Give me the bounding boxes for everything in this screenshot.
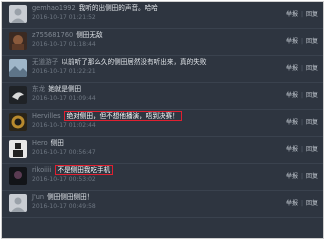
avatar[interactable]	[9, 140, 27, 158]
comment-item: z755681760 侧田无敌 2016-10-17 01:18:44 举报 | 回复	[2, 29, 323, 56]
report-button[interactable]: 举报	[286, 145, 298, 154]
comment-text: 她就是侧田	[48, 85, 82, 93]
comment-line: 无道游子 以前听了那么久的侧田居然没有听出来，真的失败	[32, 58, 263, 67]
comment-item: 无道游子 以前听了那么久的侧田居然没有听出来，真的失败 2016-10-17 01:…	[2, 56, 323, 83]
reply-button[interactable]: 回复	[306, 10, 318, 19]
action-separator: |	[300, 92, 303, 99]
comment-actions: 举报 | 回复	[286, 64, 318, 73]
comments-panel: gemhao1992 我听的出侧田的声音。哈哈 2016-10-17 01:21:5…	[1, 1, 324, 239]
comment-username[interactable]: J'un	[32, 193, 44, 201]
avatar[interactable]	[9, 86, 27, 104]
report-button[interactable]: 举报	[286, 37, 298, 46]
comment-actions: 举报 | 回复	[286, 10, 318, 19]
report-button[interactable]: 举报	[286, 10, 298, 19]
comment-text: 绝对侧田，但不想他播演，唔到决赛！	[63, 111, 182, 121]
comment-username[interactable]: rikoiiii	[32, 166, 52, 174]
comment-timestamp: 2016-10-17 01:18:44	[32, 41, 96, 48]
avatar[interactable]	[9, 113, 27, 131]
comment-line: gemhao1992 我听的出侧田的声音。哈哈	[32, 4, 263, 13]
comment-text: 我听的出侧田的声音。哈哈	[78, 4, 158, 12]
reply-button[interactable]: 回复	[306, 118, 318, 127]
comment-username[interactable]: 无道游子	[32, 58, 58, 66]
reply-button[interactable]: 回复	[306, 145, 318, 154]
reply-button[interactable]: 回复	[306, 199, 318, 208]
action-separator: |	[300, 38, 303, 45]
reply-button[interactable]: 回复	[306, 64, 318, 73]
comment-username[interactable]: 东龙	[32, 85, 45, 93]
comment-actions: 举报 | 回复	[286, 91, 318, 100]
comment-text: 不是侧田我吃手机	[54, 165, 114, 175]
comment-username[interactable]: Hero	[32, 139, 48, 147]
reply-button[interactable]: 回复	[306, 91, 318, 100]
comment-username[interactable]: gemhao1992	[32, 4, 76, 12]
comment-actions: 举报 | 回复	[286, 199, 318, 208]
comment-text: 侧田侧田侧田！	[47, 193, 94, 201]
action-separator: |	[300, 11, 303, 18]
comment-timestamp: 2016-10-17 00:56:47	[32, 149, 96, 156]
report-button[interactable]: 举报	[286, 172, 298, 181]
report-button[interactable]: 举报	[286, 91, 298, 100]
comment-actions: 举报 | 回复	[286, 118, 318, 127]
comment-timestamp: 2016-10-17 00:49:58	[32, 203, 96, 210]
report-button[interactable]: 举报	[286, 64, 298, 73]
comment-item: gemhao1992 我听的出侧田的声音。哈哈 2016-10-17 01:21:5…	[2, 2, 323, 29]
reply-button[interactable]: 回复	[306, 37, 318, 46]
avatar[interactable]	[9, 59, 27, 77]
comment-timestamp: 2016-10-17 01:02:44	[32, 122, 96, 129]
report-button[interactable]: 举报	[286, 199, 298, 208]
action-separator: |	[300, 173, 303, 180]
comment-list: gemhao1992 我听的出侧田的声音。哈哈 2016-10-17 01:21:5…	[2, 2, 323, 218]
comment-line: J'un 侧田侧田侧田！	[32, 193, 263, 202]
comment-item: Hervilles 绝对侧田，但不想他播演，唔到决赛！ 2016-10-17 01:…	[2, 110, 323, 137]
comment-item: J'un 侧田侧田侧田！ 2016-10-17 00:49:58 举报 | 回复	[2, 191, 323, 218]
comment-line: Hero 侧田	[32, 139, 263, 148]
comment-timestamp: 2016-10-17 01:21:52	[32, 14, 96, 21]
comment-username[interactable]: Hervilles	[32, 112, 61, 120]
comment-username[interactable]: z755681760	[32, 31, 73, 39]
comment-text: 以前听了那么久的侧田居然没有听出来，真的失败	[61, 58, 207, 66]
comment-line: z755681760 侧田无敌	[32, 31, 263, 40]
reply-button[interactable]: 回复	[306, 172, 318, 181]
action-separator: |	[300, 200, 303, 207]
comment-item: 东龙 她就是侧田 2016-10-17 01:09:44 举报 | 回复	[2, 83, 323, 110]
comment-text: 侧田无敌	[76, 31, 103, 39]
action-separator: |	[300, 119, 303, 126]
avatar[interactable]	[9, 32, 27, 50]
action-separator: |	[300, 65, 303, 72]
comment-item: rikoiiii 不是侧田我吃手机 2016-10-17 00:53:02 举报 | 回复	[2, 164, 323, 191]
report-button[interactable]: 举报	[286, 118, 298, 127]
comment-timestamp: 2016-10-17 01:22:21	[32, 68, 96, 75]
avatar[interactable]	[9, 5, 27, 23]
comment-timestamp: 2016-10-17 01:09:44	[32, 95, 96, 102]
comment-line: Hervilles 绝对侧田，但不想他播演，唔到决赛！	[32, 111, 263, 121]
comment-text: 侧田	[50, 139, 64, 147]
comment-actions: 举报 | 回复	[286, 145, 318, 154]
comment-item: Hero 侧田 2016-10-17 00:56:47 举报 | 回复	[2, 137, 323, 164]
comment-actions: 举报 | 回复	[286, 37, 318, 46]
comment-timestamp: 2016-10-17 00:53:02	[32, 176, 96, 183]
comment-actions: 举报 | 回复	[286, 172, 318, 181]
avatar[interactable]	[9, 194, 27, 212]
comment-line: rikoiiii 不是侧田我吃手机	[32, 165, 263, 175]
action-separator: |	[300, 146, 303, 153]
comment-line: 东龙 她就是侧田	[32, 85, 263, 94]
avatar[interactable]	[9, 167, 27, 185]
